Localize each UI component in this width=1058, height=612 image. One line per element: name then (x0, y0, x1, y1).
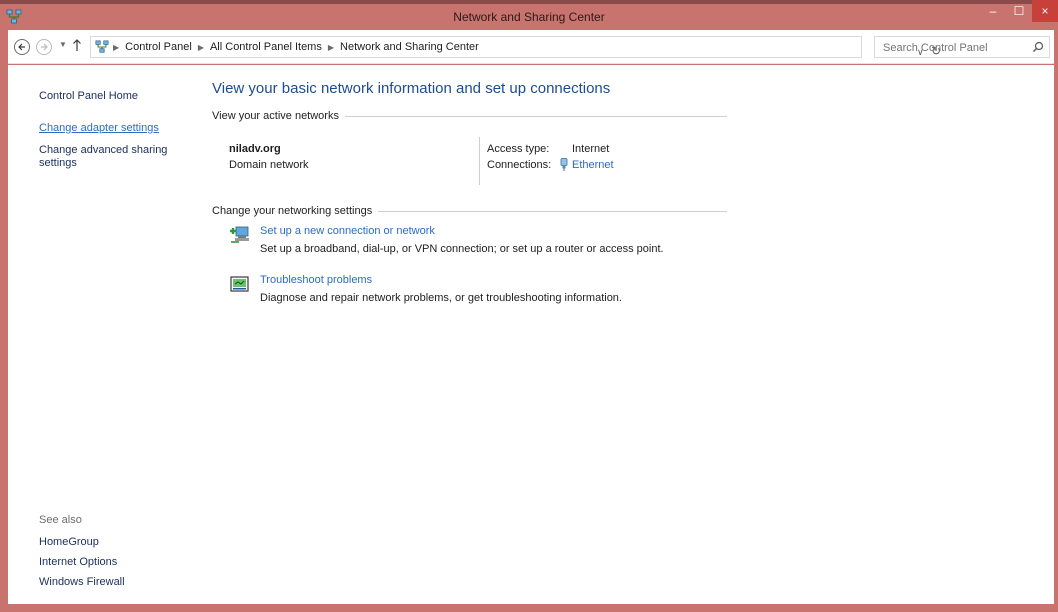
section-divider (378, 210, 727, 212)
sidebar: Control Panel Home Change adapter settin… (8, 65, 193, 604)
search-input[interactable] (883, 40, 1023, 56)
up-arrow-icon (73, 39, 81, 51)
window-frame-bottom (0, 604, 1058, 612)
ethernet-icon (560, 158, 568, 171)
close-button[interactable]: × (1032, 0, 1058, 22)
active-networks-label: View your active networks (212, 110, 339, 122)
forward-arrow-icon (41, 43, 48, 51)
troubleshoot-description: Diagnose and repair network problems, or… (260, 292, 622, 304)
breadcrumb-separator-icon[interactable]: ▶ (198, 43, 204, 52)
see-also-homegroup[interactable]: HomeGroup (39, 536, 99, 548)
window: Network and Sharing Center – ☐ × ▼ ▶ Con… (0, 0, 1058, 612)
breadcrumb-separator-icon[interactable]: ▶ (113, 43, 119, 52)
see-also-internet-options[interactable]: Internet Options (39, 556, 117, 568)
breadcrumb: ▶ Control Panel ▶ All Control Panel Item… (113, 41, 479, 53)
search-box[interactable] (874, 36, 1050, 58)
setup-connection-link[interactable]: Set up a new connection or network (260, 225, 435, 237)
connections-label: Connections: (487, 159, 552, 171)
breadcrumb-control-panel[interactable]: Control Panel (125, 41, 192, 53)
network-divider (479, 137, 480, 185)
search-icon[interactable] (1031, 40, 1045, 54)
up-button[interactable] (72, 38, 82, 55)
troubleshoot-icon[interactable] (229, 275, 251, 295)
change-settings-label: Change your networking settings (212, 205, 373, 217)
window-frame-right (1054, 30, 1058, 612)
see-also-windows-firewall[interactable]: Windows Firewall (39, 576, 125, 588)
page-title: View your basic network information and … (212, 80, 611, 97)
change-settings-heading: Change your networking settings (212, 205, 727, 217)
minimize-button[interactable]: – (980, 0, 1006, 22)
window-title: Network and Sharing Center (453, 10, 605, 24)
network-center-icon (95, 40, 109, 53)
content-area: Control Panel Home Change adapter settin… (8, 65, 1054, 604)
access-type-label: Access type: (487, 143, 550, 155)
troubleshoot-link[interactable]: Troubleshoot problems (260, 274, 372, 286)
address-field[interactable]: ▶ Control Panel ▶ All Control Panel Item… (90, 36, 941, 58)
breadcrumb-all-items[interactable]: All Control Panel Items (210, 41, 322, 53)
network-type: Domain network (229, 159, 309, 171)
address-bar: ▼ ▶ Control Panel ▶ All Control Panel It… (8, 30, 1054, 64)
sidebar-item-change-advanced-sharing[interactable]: Change advanced sharing settings (39, 144, 189, 170)
title-bar[interactable]: Network and Sharing Center – ☐ × (0, 0, 1058, 30)
access-type-value: Internet (572, 143, 610, 155)
see-also-heading: See also (39, 514, 82, 526)
section-divider (344, 115, 727, 117)
back-arrow-icon (18, 43, 25, 51)
maximize-button[interactable]: ☐ (1006, 0, 1032, 22)
forward-button[interactable] (36, 39, 52, 55)
network-name: niladv.org (229, 143, 281, 155)
ethernet-link[interactable]: Ethernet (572, 159, 614, 171)
active-networks-heading: View your active networks (212, 110, 727, 122)
breadcrumb-network-center[interactable]: Network and Sharing Center (340, 41, 479, 53)
new-connection-icon[interactable] (229, 225, 251, 245)
back-button[interactable] (14, 39, 30, 55)
recent-locations-dropdown[interactable]: ▼ (59, 40, 67, 49)
sidebar-item-control-panel-home[interactable]: Control Panel Home (39, 90, 138, 103)
sidebar-item-change-adapter-settings[interactable]: Change adapter settings (39, 122, 159, 135)
window-frame-left (0, 30, 8, 612)
breadcrumb-separator-icon[interactable]: ▶ (328, 43, 334, 52)
setup-connection-description: Set up a broadband, dial-up, or VPN conn… (260, 243, 664, 255)
